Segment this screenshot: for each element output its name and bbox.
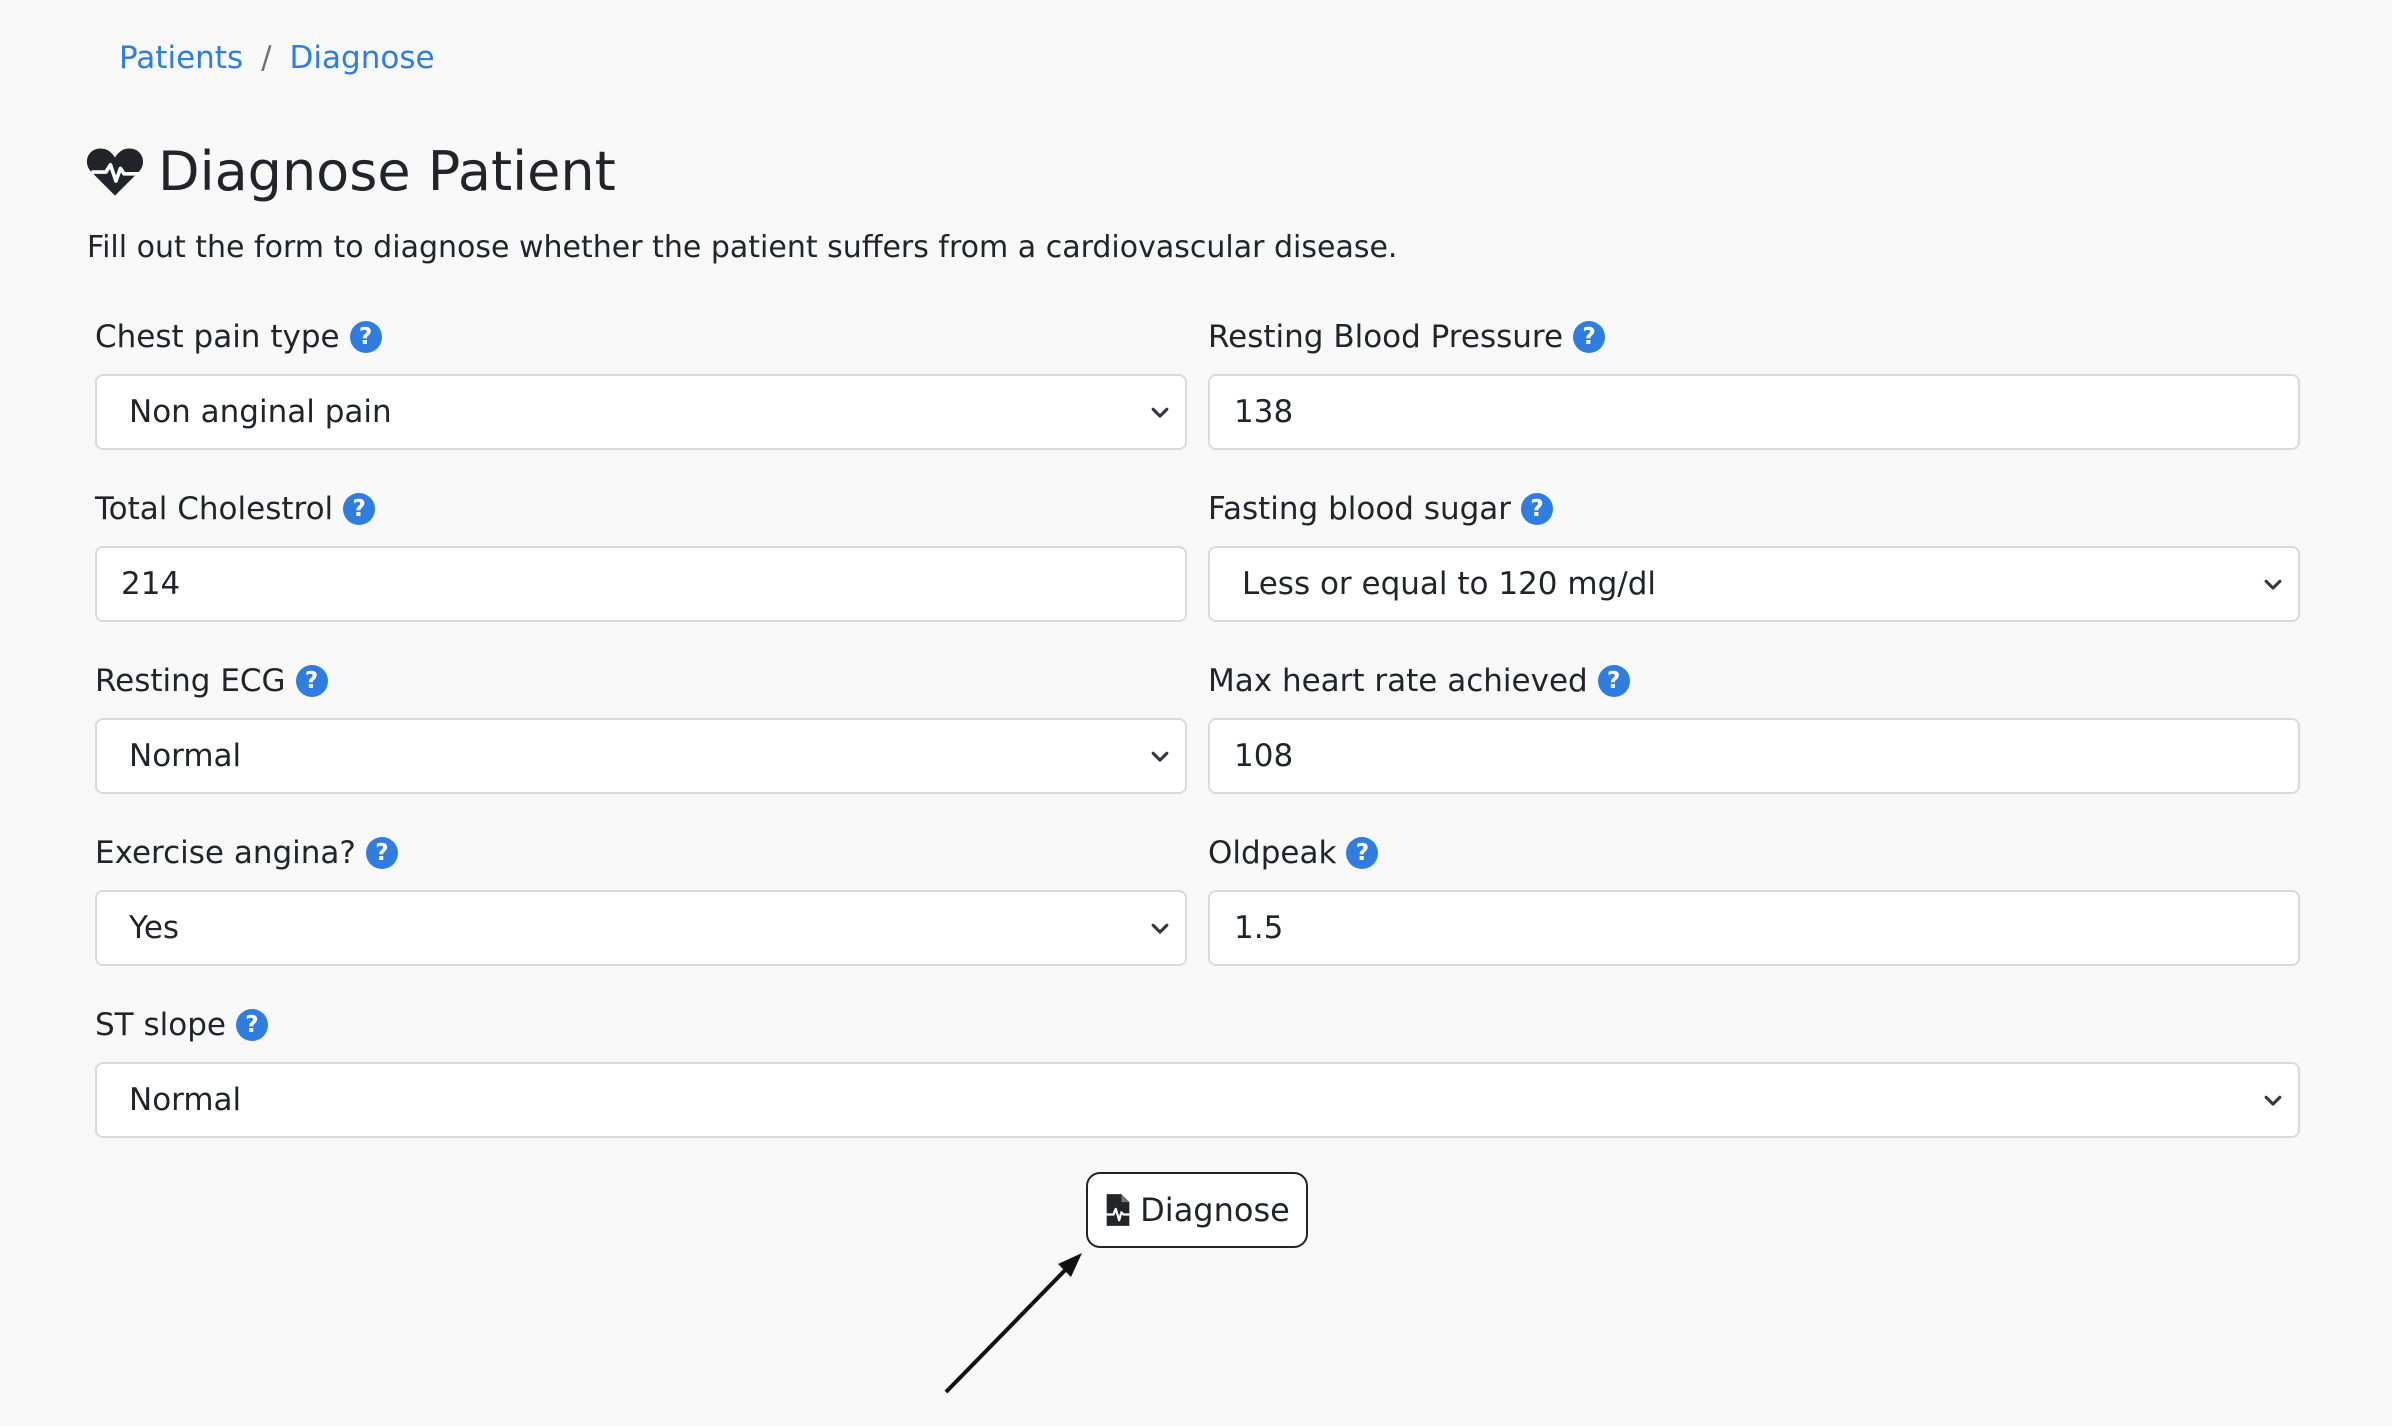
page-title-text: Diagnose Patient <box>158 140 616 203</box>
st-slope-select[interactable]: Normal <box>95 1062 2300 1138</box>
cholesterol-input[interactable]: 214 <box>95 546 1187 622</box>
help-icon[interactable]: ? <box>1521 493 1554 525</box>
help-icon[interactable]: ? <box>349 321 382 353</box>
help-icon[interactable]: ? <box>365 837 398 869</box>
exercise-angina-select[interactable]: Yes <box>95 890 1187 966</box>
page-subtitle: Fill out the form to diagnose whether th… <box>87 230 1398 265</box>
help-icon[interactable]: ? <box>1573 321 1606 353</box>
heart-pulse-icon <box>86 147 144 196</box>
fasting-sugar-field: Fasting blood sugar ? Less or equal to 1… <box>1208 482 2300 654</box>
resting-bp-value: 138 <box>1234 394 1294 430</box>
cholesterol-label: Total Cholestrol <box>95 491 334 527</box>
fasting-sugar-select[interactable]: Less or equal to 120 mg/dl <box>1208 546 2300 622</box>
exercise-angina-field: Exercise angina? ? Yes <box>95 826 1187 998</box>
fasting-sugar-value: Less or equal to 120 mg/dl <box>1242 566 1656 602</box>
chevron-down-icon <box>1151 751 1169 762</box>
oldpeak-value: 1.5 <box>1234 910 1284 946</box>
max-hr-input[interactable]: 108 <box>1208 718 2300 794</box>
exercise-angina-value: Yes <box>129 910 180 946</box>
st-slope-label: ST slope <box>95 1007 226 1043</box>
diagnose-button[interactable]: Diagnose <box>1086 1172 1308 1248</box>
help-icon[interactable]: ? <box>1597 665 1630 697</box>
chest-pain-value: Non anginal pain <box>129 394 392 430</box>
help-icon[interactable]: ? <box>1346 837 1379 869</box>
resting-ecg-select[interactable]: Normal <box>95 718 1187 794</box>
oldpeak-label: Oldpeak <box>1208 835 1337 871</box>
resting-bp-label: Resting Blood Pressure <box>1208 319 1564 355</box>
cholesterol-field: Total Cholestrol ? 214 <box>95 482 1187 654</box>
exercise-angina-label: Exercise angina? <box>95 835 356 871</box>
chevron-down-icon <box>1151 407 1169 418</box>
max-hr-value: 108 <box>1234 738 1294 774</box>
chevron-down-icon <box>1151 923 1169 934</box>
st-slope-value: Normal <box>129 1082 242 1118</box>
pointer-arrow-icon <box>944 1253 1082 1394</box>
breadcrumb-patients-link[interactable]: Patients <box>119 40 243 76</box>
resting-ecg-field: Resting ECG ? Normal <box>95 654 1187 826</box>
cholesterol-value: 214 <box>121 566 181 602</box>
help-icon[interactable]: ? <box>343 493 376 525</box>
max-hr-field: Max heart rate achieved ? 108 <box>1208 654 2300 826</box>
diagnose-form: Chest pain type ? Non anginal pain Resti… <box>95 310 2300 1170</box>
breadcrumb: Patients / Diagnose <box>119 40 435 76</box>
file-medical-icon <box>1106 1194 1130 1226</box>
breadcrumb-separator: / <box>261 40 272 76</box>
resting-ecg-value: Normal <box>129 738 242 774</box>
chevron-down-icon <box>2264 579 2282 590</box>
page-title: Diagnose Patient <box>86 140 616 203</box>
help-icon[interactable]: ? <box>235 1009 268 1041</box>
chevron-down-icon <box>2264 1095 2282 1106</box>
resting-ecg-label: Resting ECG <box>95 663 286 699</box>
chest-pain-select[interactable]: Non anginal pain <box>95 374 1187 450</box>
diagnose-button-wrapper: Diagnose <box>1086 1172 1308 1248</box>
chest-pain-label: Chest pain type <box>95 319 340 355</box>
resting-bp-field: Resting Blood Pressure ? 138 <box>1208 310 2300 482</box>
oldpeak-field: Oldpeak ? 1.5 <box>1208 826 2300 998</box>
chest-pain-field: Chest pain type ? Non anginal pain <box>95 310 1187 482</box>
fasting-sugar-label: Fasting blood sugar <box>1208 491 1512 527</box>
max-hr-label: Max heart rate achieved <box>1208 663 1588 699</box>
breadcrumb-diagnose-link[interactable]: Diagnose <box>290 40 435 76</box>
st-slope-field: ST slope ? Normal <box>95 998 2300 1170</box>
help-icon[interactable]: ? <box>295 665 328 697</box>
diagnose-button-label: Diagnose <box>1140 1191 1290 1229</box>
oldpeak-input[interactable]: 1.5 <box>1208 890 2300 966</box>
resting-bp-input[interactable]: 138 <box>1208 374 2300 450</box>
